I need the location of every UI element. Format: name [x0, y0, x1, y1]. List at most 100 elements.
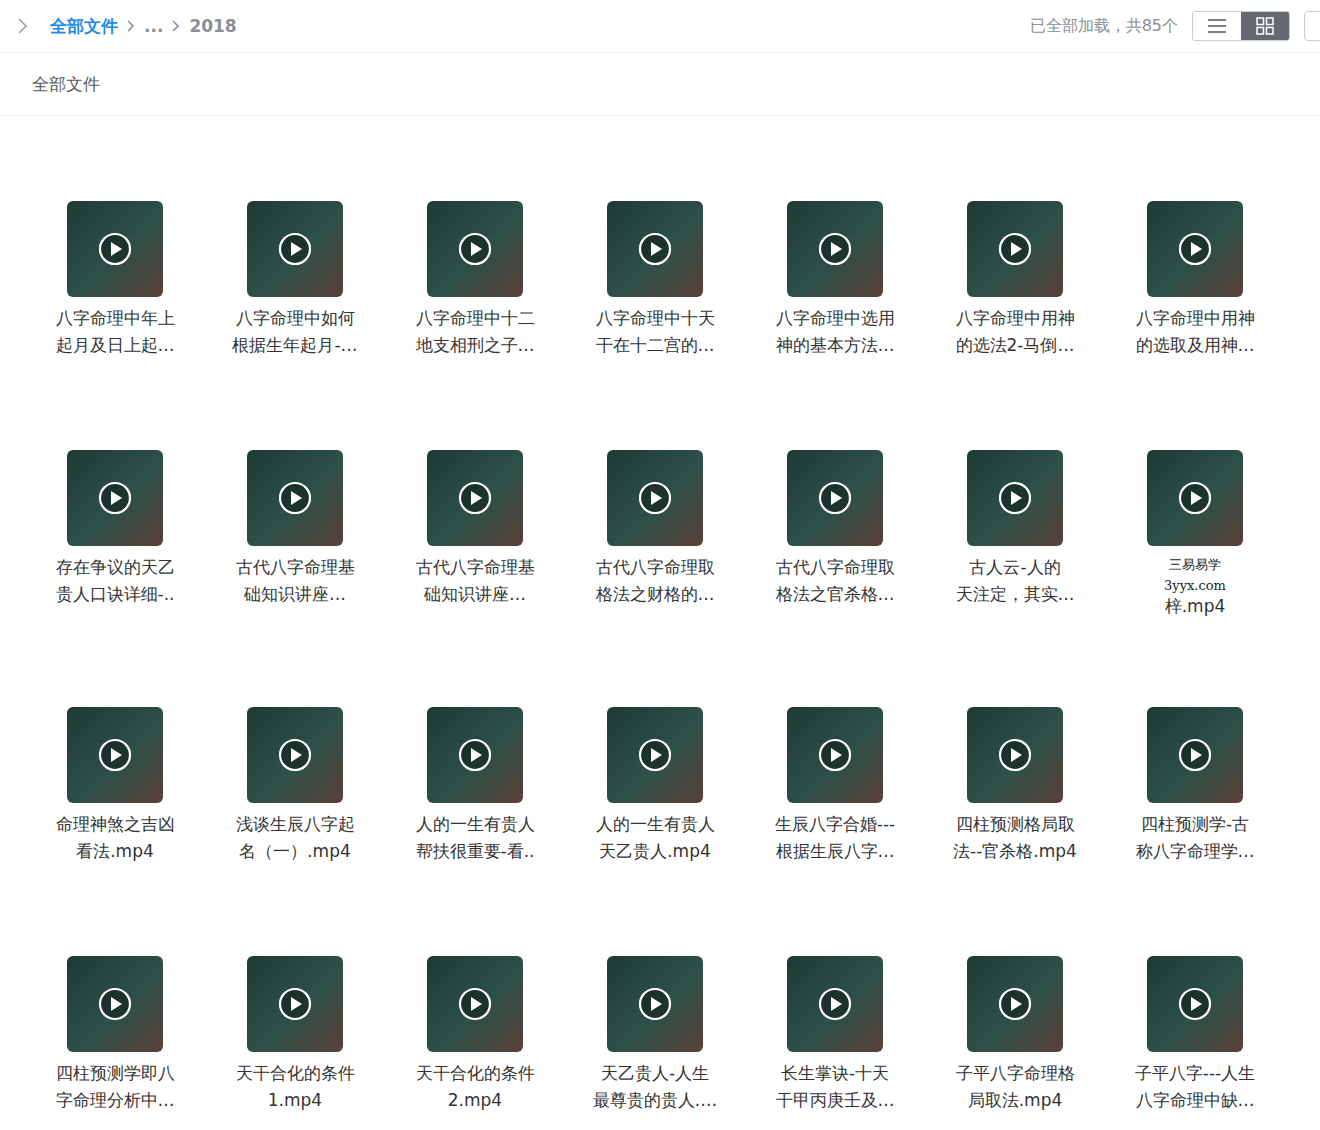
video-thumbnail [607, 956, 703, 1052]
file-card[interactable]: 天干合化的条件2.mp4 [385, 956, 565, 1114]
play-icon [638, 987, 672, 1021]
file-name: 古代八字命理取格法之官杀格… [747, 554, 923, 608]
video-thumbnail [67, 201, 163, 297]
play-icon [1178, 232, 1212, 266]
video-thumbnail [67, 707, 163, 803]
file-name: 四柱预测格局取法--官杀格.mp4 [927, 811, 1103, 865]
video-thumbnail [1147, 707, 1243, 803]
file-card[interactable]: 长生掌诀-十天干甲丙庚壬及… [745, 956, 925, 1114]
file-card[interactable]: 生辰八字合婚---根据生辰八字… [745, 707, 925, 865]
video-thumbnail [1147, 956, 1243, 1052]
file-card[interactable]: 八字命理中十天干在十二宫的… [565, 201, 745, 359]
file-grid: 八字命理中年上起月及日上起…八字命理中如何根据生年起月-…八字命理中十二地支相刑… [0, 116, 1320, 1114]
load-status: 已全部加载，共85个 [1030, 16, 1178, 37]
video-thumbnail [427, 450, 523, 546]
file-name: 古人云-人的天注定，其实… [927, 554, 1103, 608]
play-icon [1178, 987, 1212, 1021]
file-card[interactable]: 子平八字---人生八字命理中缺… [1105, 956, 1285, 1114]
file-name: 八字命理中选用神的基本方法… [747, 305, 923, 359]
file-name: 八字命理中用神的选法2-马倒… [927, 305, 1103, 359]
file-card[interactable]: 古代八字命理基础知识讲座… [205, 450, 385, 616]
file-name: 天乙贵人-人生最尊贵的贵人.… [567, 1060, 743, 1114]
file-card[interactable]: 天乙贵人-人生最尊贵的贵人.… [565, 956, 745, 1114]
play-icon [458, 481, 492, 515]
breadcrumb-item[interactable]: 2018 [189, 16, 236, 36]
video-thumbnail [247, 956, 343, 1052]
video-thumbnail [607, 450, 703, 546]
file-name: 浅谈生辰八字起名（一）.mp4 [207, 811, 383, 865]
video-thumbnail [967, 201, 1063, 297]
breadcrumb-item[interactable]: 全部文件 [50, 15, 118, 38]
play-icon [98, 738, 132, 772]
breadcrumb: 全部文件... 2018 [0, 15, 237, 38]
current-folder-label: 全部文件 [32, 73, 100, 96]
more-button[interactable] [1304, 11, 1320, 41]
file-name: 生辰八字合婚---根据生辰八字… [747, 811, 923, 865]
video-thumbnail [967, 956, 1063, 1052]
file-card[interactable]: 古代八字命理取格法之财格的… [565, 450, 745, 616]
view-mode-button[interactable] [1193, 12, 1241, 40]
video-thumbnail [787, 450, 883, 546]
file-card[interactable]: 人的一生有贵人天乙贵人.mp4 [565, 707, 745, 865]
file-card[interactable]: 古代八字命理基础知识讲座… [385, 450, 565, 616]
file-manager: 全部文件...2018已全部加载，共85个全部文件八字命理中年上起月及日上起…八… [0, 0, 1320, 1130]
play-icon [998, 738, 1032, 772]
toolbar-right: 已全部加载，共85个 [1030, 11, 1320, 41]
video-thumbnail [787, 201, 883, 297]
play-icon [98, 232, 132, 266]
file-card[interactable]: 古代八字命理取格法之官杀格… [745, 450, 925, 616]
file-name: 八字命理中十二地支相刑之子… [387, 305, 563, 359]
file-card[interactable]: 四柱预测学即八字命理分析中… [25, 956, 205, 1114]
play-icon [998, 987, 1032, 1021]
chevron-back-icon[interactable] [16, 17, 28, 35]
play-icon [818, 232, 852, 266]
video-thumbnail [967, 707, 1063, 803]
file-card[interactable]: 存在争议的天乙贵人口诀详细-.. [25, 450, 205, 616]
file-name: 天干合化的条件2.mp4 [387, 1060, 563, 1114]
breadcrumb-item[interactable]: ... [144, 16, 163, 36]
view-mode-button[interactable] [1241, 12, 1289, 40]
sub-header: 全部文件 [0, 53, 1320, 116]
watermark-text: 三易易学 [1107, 554, 1283, 575]
file-name: 四柱预测学-古称八字命理学… [1107, 811, 1283, 865]
play-icon [278, 481, 312, 515]
file-card[interactable]: 八字命理中年上起月及日上起… [25, 201, 205, 359]
file-card[interactable]: 八字命理中用神的选法2-马倒… [925, 201, 1105, 359]
play-icon [638, 232, 672, 266]
play-icon [1178, 738, 1212, 772]
file-card[interactable]: 浅谈生辰八字起名（一）.mp4 [205, 707, 385, 865]
file-card[interactable]: 八字命理中如何根据生年起月-… [205, 201, 385, 359]
video-thumbnail [67, 956, 163, 1052]
play-icon [1178, 481, 1212, 515]
file-card[interactable]: 八字命理中十二地支相刑之子… [385, 201, 565, 359]
file-card[interactable]: 八字命理中选用神的基本方法… [745, 201, 925, 359]
play-icon [458, 738, 492, 772]
file-card[interactable]: 子平八字命理格局取法.mp4 [925, 956, 1105, 1114]
play-icon [98, 987, 132, 1021]
file-card[interactable]: 四柱预测格局取法--官杀格.mp4 [925, 707, 1105, 865]
file-name: 八字命理中如何根据生年起月-… [207, 305, 383, 359]
file-card[interactable]: 八字命理中用神的选取及用神… [1105, 201, 1285, 359]
grid-icon [1256, 17, 1274, 35]
file-name: 古代八字命理取格法之财格的… [567, 554, 743, 608]
file-name: 子平八字命理格局取法.mp4 [927, 1060, 1103, 1114]
video-thumbnail [787, 707, 883, 803]
play-icon [998, 481, 1032, 515]
file-card[interactable]: 命理神煞之吉凶看法.mp4 [25, 707, 205, 865]
file-card[interactable]: 人的一生有贵人帮扶很重要-看.. [385, 707, 565, 865]
video-thumbnail [247, 707, 343, 803]
file-card[interactable]: 三易易学3yyx.com梓.mp4 [1105, 450, 1285, 616]
video-thumbnail [1147, 201, 1243, 297]
file-name: 八字命理中用神的选取及用神… [1107, 305, 1283, 359]
play-icon [818, 738, 852, 772]
file-card[interactable]: 四柱预测学-古称八字命理学… [1105, 707, 1285, 865]
file-name: 子平八字---人生八字命理中缺… [1107, 1060, 1283, 1114]
chevron-separator-icon [171, 18, 181, 34]
file-name: 四柱预测学即八字命理分析中… [27, 1060, 203, 1114]
file-name: 三易易学3yyx.com梓.mp4 [1107, 554, 1283, 616]
file-name: 人的一生有贵人天乙贵人.mp4 [567, 811, 743, 865]
video-thumbnail [607, 201, 703, 297]
video-thumbnail [967, 450, 1063, 546]
file-card[interactable]: 天干合化的条件1.mp4 [205, 956, 385, 1114]
file-card[interactable]: 古人云-人的天注定，其实… [925, 450, 1105, 616]
